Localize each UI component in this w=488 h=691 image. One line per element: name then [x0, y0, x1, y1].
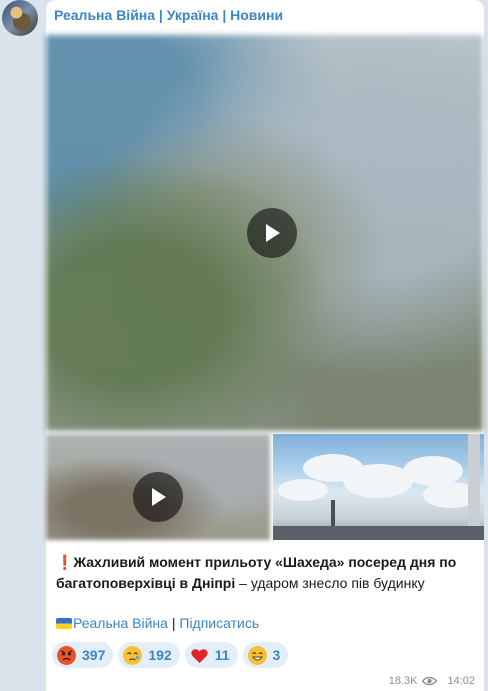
exclamation-icon: ❗ — [56, 554, 74, 570]
reaction-cry[interactable]: 192 — [118, 642, 180, 668]
subscribe-link[interactable]: Підписатись — [179, 615, 259, 631]
reaction-count: 3 — [272, 647, 281, 663]
reactions-bar: 397 192 11 3 — [52, 642, 289, 668]
post-text: ❗Жахливий момент прильоту «Шахеда» посер… — [56, 552, 476, 594]
play-button-main[interactable] — [247, 208, 297, 258]
angry-face-emoji — [57, 645, 76, 665]
reaction-count: 192 — [148, 647, 172, 663]
ukraine-flag-icon — [56, 618, 72, 629]
red-heart-emoji — [190, 646, 209, 665]
separator: | — [167, 615, 180, 631]
crying-face-emoji — [123, 645, 143, 665]
message-bubble: Реальна Війна | Україна | Новини ❗Жахлив… — [46, 0, 484, 691]
reaction-heart[interactable]: 11 — [184, 642, 238, 668]
post-text-rest: – ударом знесло пів будинку — [235, 575, 425, 591]
play-icon — [266, 224, 280, 242]
photo-thumbnail-3[interactable] — [273, 434, 484, 540]
channel-link[interactable]: Реальна Війна — [73, 615, 168, 631]
grinning-face-emoji — [247, 645, 267, 665]
reaction-count: 11 — [214, 647, 230, 663]
message-time: 14:02 — [447, 675, 475, 687]
reaction-grin[interactable]: 3 — [242, 642, 289, 668]
channel-avatar[interactable] — [2, 0, 38, 36]
views-count: 18.3K — [388, 675, 418, 687]
post-signature: Реальна Війна | Підписатись — [56, 615, 259, 631]
channel-name[interactable]: Реальна Війна | Україна | Новини — [54, 7, 283, 23]
eye-icon — [422, 676, 438, 686]
message-meta: 18.3K 14:02 — [389, 675, 475, 687]
play-icon — [152, 488, 166, 506]
reaction-count: 397 — [82, 647, 106, 663]
play-button-2[interactable] — [133, 472, 183, 522]
reaction-angry[interactable]: 397 — [52, 642, 114, 668]
